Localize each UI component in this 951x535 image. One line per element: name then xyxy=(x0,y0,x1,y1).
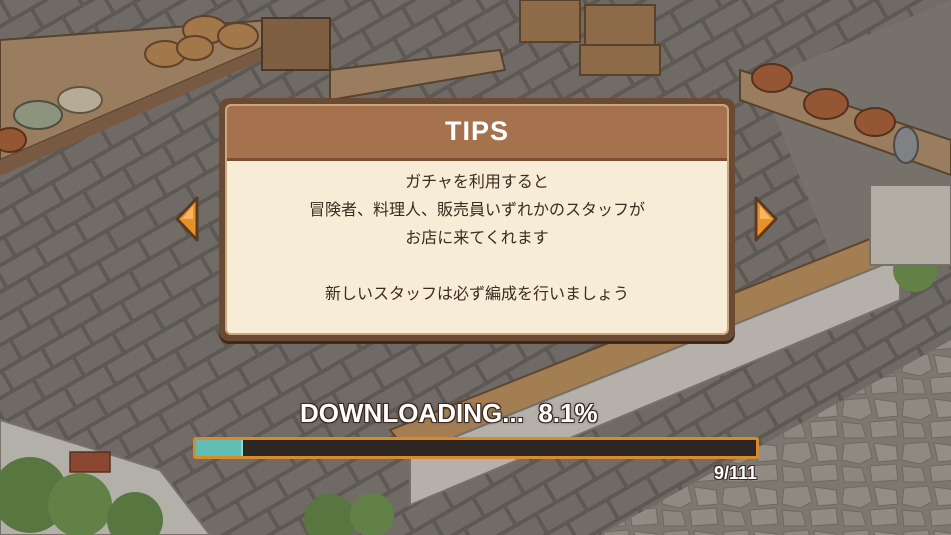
arrow-right-icon[interactable] xyxy=(752,195,780,243)
tips-line: ガチャを利用すると xyxy=(405,172,549,191)
download-file-count: 9/111 xyxy=(713,463,757,483)
tips-header: TIPS xyxy=(227,106,727,161)
tips-line: 新しいスタッフは必ず編成を行いましょう xyxy=(324,284,629,303)
tips-body: ガチャを利用すると 冒険者、料理人、販売員いずれかのスタッフが お店に来てくれま… xyxy=(235,168,719,325)
tips-line: お店に来てくれます xyxy=(405,228,549,247)
progress-track xyxy=(196,440,756,456)
download-progress-bar xyxy=(193,437,759,459)
tips-title: TIPS xyxy=(444,116,509,146)
tips-panel: TIPS ガチャを利用すると 冒険者、料理人、販売員いずれかのスタッフが お店に… xyxy=(219,98,735,341)
download-percent: 8.1% xyxy=(538,398,598,428)
progress-fill xyxy=(196,440,244,456)
tips-line xyxy=(235,252,719,280)
download-label: DOWNLOADING... xyxy=(300,398,524,428)
tips-line: 冒険者、料理人、販売員いずれかのスタッフが xyxy=(308,200,645,219)
arrow-left-icon[interactable] xyxy=(173,195,201,243)
download-status: DOWNLOADING... 8.1% xyxy=(300,398,640,429)
tips-panel-inner: TIPS ガチャを利用すると 冒険者、料理人、販売員いずれかのスタッフが お店に… xyxy=(225,104,729,335)
